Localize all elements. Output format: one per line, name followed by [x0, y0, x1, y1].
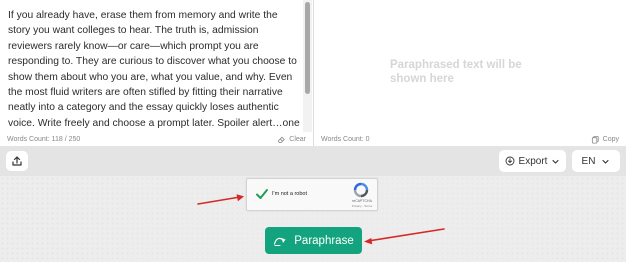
recaptcha-widget: I'm not a robot reCAPTCHA Privacy - Term… [246, 178, 378, 211]
copy-icon [591, 135, 599, 144]
share-button[interactable] [6, 151, 28, 171]
chevron-down-icon [602, 159, 610, 164]
checkmark-icon[interactable] [255, 187, 269, 201]
input-textarea[interactable]: If you already have, erase them from mem… [8, 8, 300, 132]
export-label: Export [518, 155, 548, 167]
paraphrase-icon [274, 237, 286, 246]
input-footer: Words Count: 118 / 250 Clear [0, 132, 313, 146]
copy-label: Copy [602, 135, 619, 143]
download-icon [505, 156, 514, 166]
scrollbar-thumb[interactable] [305, 2, 310, 94]
paraphrase-button[interactable]: Paraphrase [265, 227, 362, 254]
share-icon [12, 156, 22, 166]
output-placeholder: Paraphrased text will be shown here [390, 59, 522, 85]
eraser-icon [278, 136, 286, 143]
chevron-down-icon [552, 159, 560, 164]
export-dropdown[interactable]: Export [499, 150, 566, 172]
recaptcha-logo-icon [353, 182, 369, 198]
paraphrase-label: Paraphrase [294, 234, 354, 247]
language-dropdown[interactable]: EN [572, 150, 620, 172]
language-label: EN [581, 155, 596, 167]
output-word-count: Words Count: 0 [321, 135, 370, 143]
input-word-count: Words Count: 118 / 250 [7, 135, 81, 143]
clear-button[interactable]: Clear [277, 135, 306, 144]
output-footer: Words Count: 0 Copy [314, 132, 626, 146]
input-pane: If you already have, erase them from mem… [0, 0, 314, 146]
recaptcha-terms[interactable]: Privacy - Terms [347, 204, 377, 208]
recaptcha-brand: reCAPTCHA [352, 199, 372, 203]
copy-button[interactable]: Copy [591, 135, 619, 144]
clear-label: Clear [289, 135, 306, 143]
recaptcha-label: I'm not a robot [272, 191, 307, 197]
toolbar: Export EN [0, 146, 626, 176]
